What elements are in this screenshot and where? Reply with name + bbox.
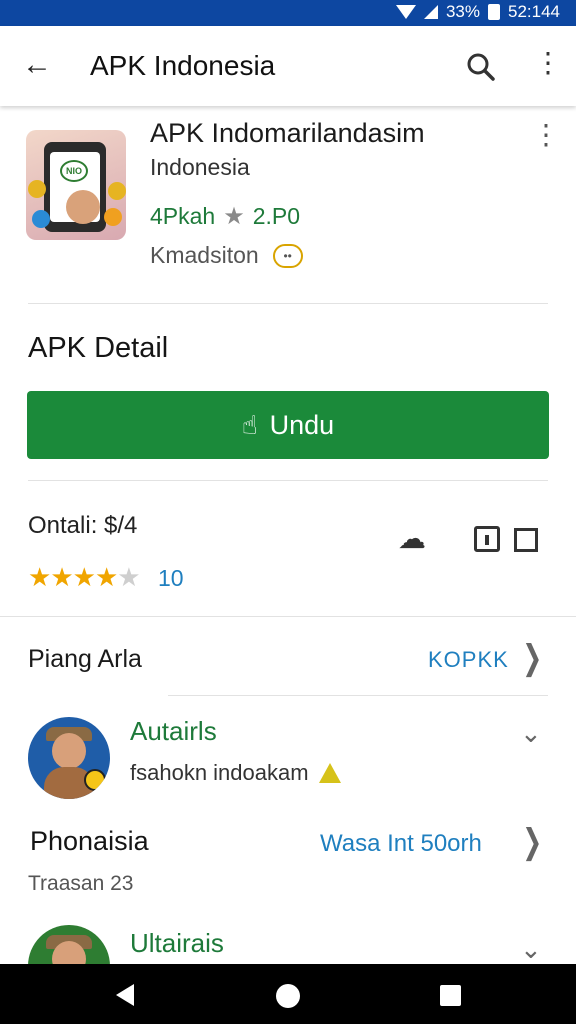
category-label: Kmadsiton — [150, 242, 259, 268]
signal-icon — [423, 5, 438, 19]
card-more-icon[interactable]: ⋮ — [532, 118, 560, 151]
rating-text: 4Pkah — [150, 203, 216, 229]
touch-icon: ☝ — [241, 409, 258, 440]
search-icon[interactable] — [466, 52, 496, 87]
checkbox-icon[interactable] — [514, 528, 538, 552]
clipboard-icon[interactable] — [474, 526, 500, 552]
cloud-icon[interactable]: ☁ — [398, 522, 426, 555]
battery-icon — [488, 4, 500, 20]
star-rating: ★★★★★ — [28, 562, 141, 593]
clock: 52:144 — [508, 2, 560, 21]
row-title[interactable]: Piang Arla — [28, 645, 142, 674]
rating-value: 2.P0 — [252, 203, 301, 229]
reviewer-name[interactable]: Autairls — [130, 716, 217, 747]
app-name: APK Indomarilandasim — [150, 118, 425, 148]
rating-count: 10 — [158, 565, 184, 591]
nav-home-icon[interactable] — [276, 984, 300, 1008]
meta-label: Ontali: $/4 — [28, 512, 138, 539]
app-bar: ← APK Indonesia ⋮ — [0, 26, 576, 106]
star-filled-icon: ★ — [94, 562, 118, 592]
app-icon: NIO — [26, 130, 126, 240]
system-nav-bar — [0, 964, 576, 1024]
reviewer-name[interactable]: Ultairais — [130, 928, 224, 959]
category-icon: •• — [272, 243, 303, 268]
chevron-right-icon[interactable]: ❯ — [522, 822, 542, 862]
avatar[interactable] — [28, 717, 110, 799]
app-developer[interactable]: Indonesia — [150, 154, 250, 181]
install-button[interactable]: ☝ Undu — [27, 391, 549, 459]
review-text-content: fsahokn indoakam — [130, 760, 309, 785]
chevron-down-icon[interactable]: ⌄ — [520, 718, 542, 749]
row-subtitle: Traasan 23 — [28, 872, 134, 895]
divider — [28, 303, 548, 304]
back-arrow-icon[interactable]: ← — [22, 50, 52, 80]
star-filled-icon: ★ — [50, 562, 73, 592]
section-title: APK Detail — [28, 332, 169, 364]
star-filled-icon: ★ — [28, 562, 51, 592]
app-category: Kmadsiton •• — [150, 242, 303, 269]
battery-percent: 33% — [445, 2, 480, 21]
warning-icon — [318, 763, 341, 783]
status-bar: 33% 52:144 — [0, 0, 576, 26]
star-filled-icon: ★ — [72, 562, 96, 592]
divider — [168, 695, 548, 696]
nav-back-icon[interactable] — [116, 984, 134, 1006]
row-link[interactable]: KOPKK — [428, 647, 509, 673]
chevron-right-icon[interactable]: ❯ — [522, 638, 542, 678]
page-title: APK Indonesia — [90, 50, 276, 81]
divider — [0, 616, 576, 617]
row-link[interactable]: Wasa Int 50orh — [320, 830, 482, 858]
app-rating: 4Pkah ★ 2.P0 — [150, 202, 300, 231]
divider — [28, 480, 548, 481]
star-icon: ★ — [223, 203, 245, 230]
chevron-down-icon[interactable]: ⌄ — [520, 934, 542, 965]
app-icon-badge: NIO — [60, 160, 88, 182]
wifi-icon — [395, 5, 416, 19]
install-button-label: Undu — [269, 409, 335, 440]
star-empty-icon: ★ — [117, 562, 140, 592]
row-title[interactable]: Phonaisia — [30, 826, 149, 857]
more-vert-icon[interactable]: ⋮ — [534, 48, 562, 78]
review-text: fsahokn indoakam — [130, 760, 341, 786]
nav-recents-icon[interactable] — [440, 985, 461, 1006]
